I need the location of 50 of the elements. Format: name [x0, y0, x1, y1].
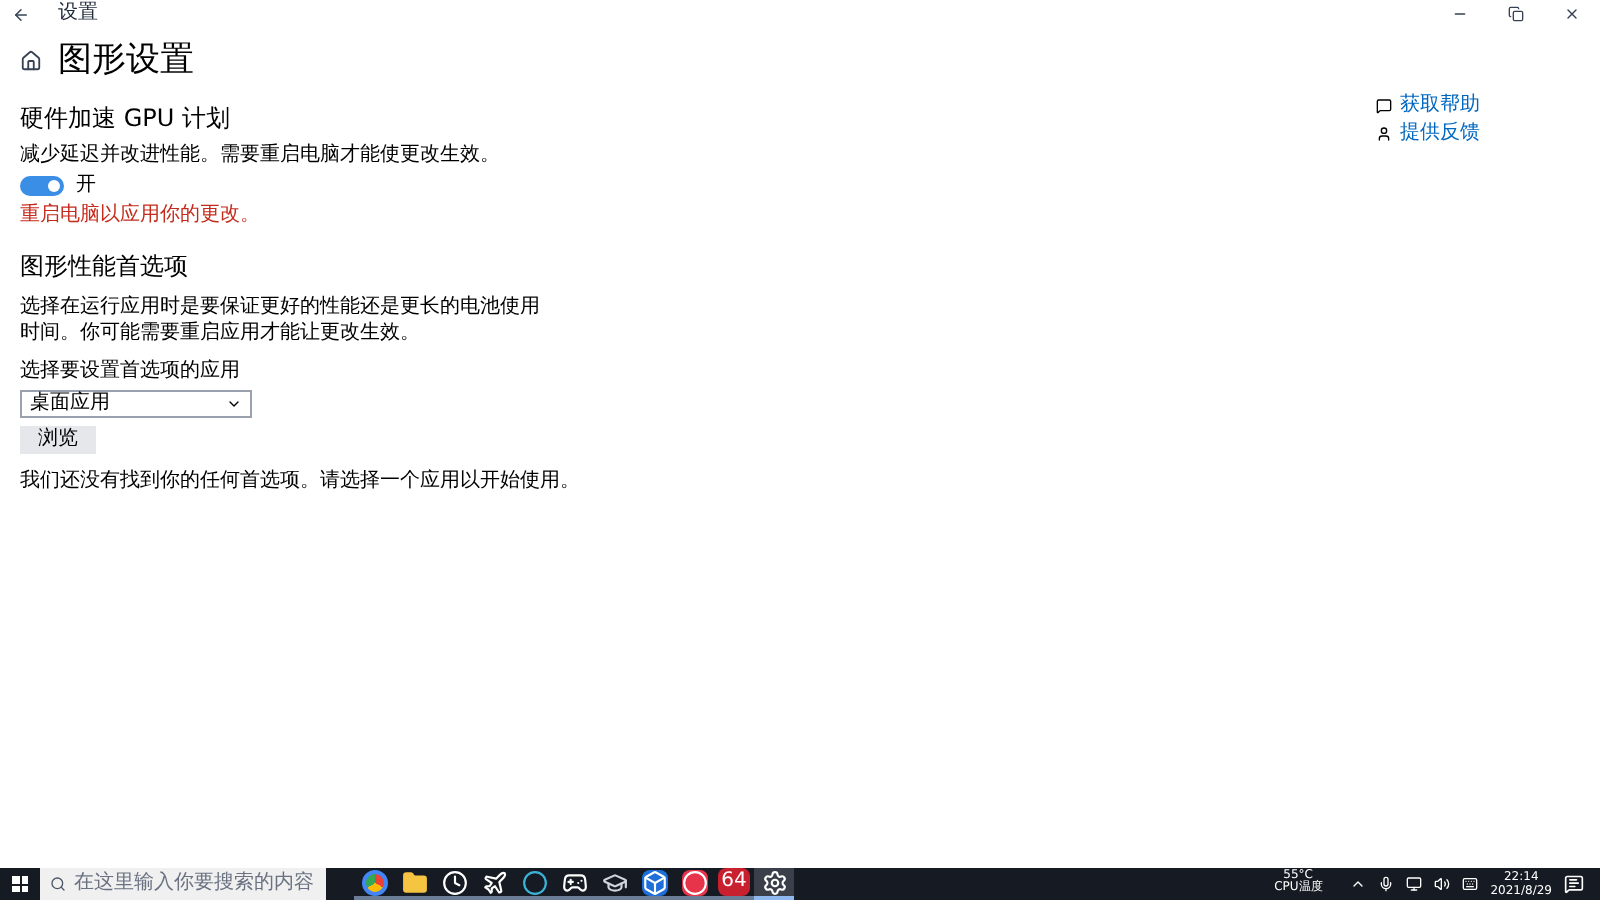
home-icon[interactable] [20, 50, 42, 72]
restore-icon[interactable] [1508, 6, 1524, 22]
taskbar-app[interactable] [634, 868, 674, 900]
description: 选择在运行应用时是要保证更好的性能还是更长的电池使用时间。你可能需要重启应用才能让更改生效。 [20, 294, 540, 346]
taskbar-app[interactable] [554, 868, 594, 900]
section-heading: 图形性能首选项 [20, 254, 190, 278]
circle-icon [521, 869, 547, 895]
taskbar-app[interactable] [514, 868, 554, 900]
help-icon [1376, 98, 1392, 114]
plane-icon [481, 869, 507, 895]
chevron-down-icon [226, 396, 242, 412]
search-icon [50, 876, 66, 892]
window-title: 设置 [58, 4, 98, 24]
gamepad-icon [561, 869, 587, 895]
select-label: 选择要设置首选项的应用 [20, 362, 242, 382]
toggle-label: 开 [76, 176, 96, 196]
keyboard-icon[interactable] [1462, 876, 1479, 892]
close-icon[interactable] [1564, 6, 1580, 22]
taskbar-app[interactable] [474, 868, 514, 900]
settings-icon [761, 869, 787, 895]
taskbar-app[interactable] [394, 868, 434, 900]
page-title: 图形设置 [58, 44, 194, 78]
chevron-up-icon[interactable] [1350, 876, 1367, 892]
browser-icon [361, 869, 387, 895]
person-icon [1376, 126, 1392, 142]
ring-icon [681, 869, 707, 895]
restart-warning: 重启电脑以应用你的更改。 [20, 206, 262, 226]
section-heading: 硬件加速 GPU 计划 [20, 106, 232, 130]
cube-icon [641, 869, 667, 895]
taskbar-search-field[interactable]: 在这里输入你要搜索的内容 [40, 868, 326, 900]
empty-note: 我们还没有找到你的任何首选项。请选择一个应用以开始使用。 [20, 472, 582, 492]
back-icon[interactable] [12, 5, 30, 23]
side-link[interactable]: 获取帮助 [1400, 96, 1480, 116]
cap-icon [601, 869, 627, 895]
microphone-icon[interactable] [1378, 876, 1395, 892]
toggle-switch[interactable] [20, 176, 64, 196]
folder-icon [401, 869, 427, 895]
monitor-icon[interactable] [1406, 876, 1423, 892]
taskbar-app[interactable] [674, 868, 714, 900]
browse-button[interactable]: 浏览 [20, 426, 96, 454]
start-icon[interactable] [12, 876, 28, 892]
side-link[interactable]: 提供反馈 [1400, 124, 1480, 144]
description: 减少延迟并改进性能。需要重启电脑才能使更改生效。 [20, 146, 502, 166]
taskbar-app[interactable] [434, 868, 474, 900]
app-type-dropdown[interactable]: 桌面应用 [20, 390, 252, 418]
notification-icon[interactable] [1564, 874, 1584, 894]
clock-icon [441, 869, 467, 895]
speaker-icon[interactable] [1434, 876, 1451, 892]
taskbar-app[interactable] [754, 868, 794, 900]
taskbar-app[interactable] [594, 868, 634, 900]
